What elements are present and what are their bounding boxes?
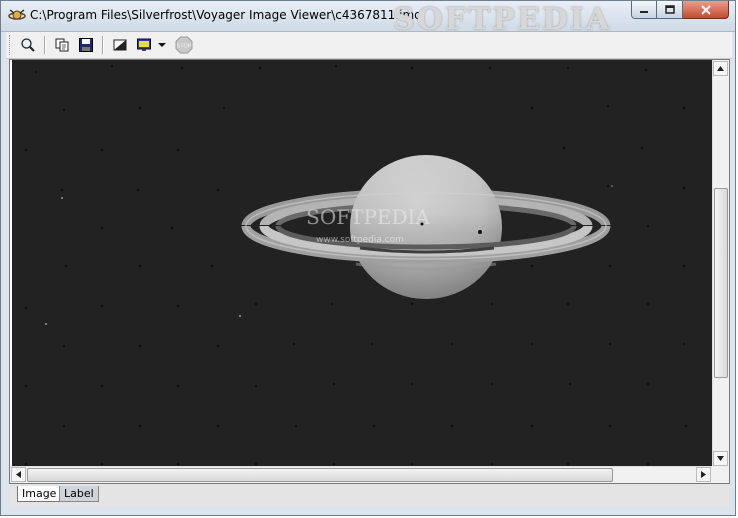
scroll-corner [712, 466, 729, 483]
contrast-icon [113, 39, 127, 51]
toolbar: STOP [6, 32, 732, 59]
copy-icon [55, 38, 69, 52]
vertical-scroll-thumb[interactable] [714, 188, 728, 378]
arrow-up-icon [717, 66, 724, 71]
stop-icon: STOP [175, 36, 193, 54]
arrow-down-icon [717, 456, 724, 461]
display-settings-button[interactable] [134, 35, 154, 55]
arrow-right-icon [701, 471, 706, 478]
display-settings-dropdown[interactable] [155, 35, 169, 55]
dropdown-arrow-icon [158, 43, 166, 47]
scroll-right-button[interactable] [696, 467, 711, 482]
saturn-image: SOFTPEDIA www.softpedia.com [12, 60, 712, 467]
image-watermark: SOFTPEDIA [306, 205, 430, 229]
display-settings-icon [137, 38, 151, 51]
close-icon [700, 4, 711, 15]
toolbar-separator [44, 36, 46, 54]
zoom-icon [21, 38, 35, 52]
toolbar-grip[interactable] [9, 35, 13, 55]
contrast-button[interactable] [110, 35, 130, 55]
save-button[interactable] [76, 35, 96, 55]
view-tabs: Image Label [9, 485, 730, 507]
horizontal-scroll-thumb[interactable] [27, 468, 613, 482]
caption-buttons [631, 1, 729, 20]
tab-image[interactable]: Image [17, 486, 62, 502]
title-bar[interactable]: C:\Program Files\Silverfrost\Voyager Ima… [1, 1, 735, 37]
minimize-button[interactable] [631, 1, 657, 19]
scroll-up-button[interactable] [713, 61, 728, 76]
image-watermark-url: www.softpedia.com [316, 235, 404, 245]
maximize-icon [664, 5, 675, 14]
vertical-scrollbar[interactable] [712, 60, 729, 467]
close-button[interactable] [683, 1, 729, 19]
tab-label[interactable]: Label [59, 486, 99, 502]
arrow-left-icon [16, 471, 21, 478]
voyager-app-icon [8, 9, 26, 20]
scroll-down-button[interactable] [713, 451, 728, 466]
zoom-button[interactable] [18, 35, 38, 55]
window-title: C:\Program Files\Silverfrost\Voyager Ima… [30, 8, 422, 22]
maximize-button[interactable] [657, 1, 683, 19]
stop-button[interactable]: STOP [174, 35, 194, 55]
copy-button[interactable] [52, 35, 72, 55]
save-icon [79, 38, 93, 52]
image-client-area: SOFTPEDIA www.softpedia.com [9, 59, 730, 484]
toolbar-separator [102, 36, 104, 54]
scroll-left-button[interactable] [11, 467, 26, 482]
image-view[interactable]: SOFTPEDIA www.softpedia.com [12, 60, 712, 467]
svg-text:STOP: STOP [177, 44, 192, 50]
horizontal-scrollbar[interactable] [10, 466, 712, 483]
app-window: C:\Program Files\Silverfrost\Voyager Ima… [0, 0, 736, 516]
minimize-icon [640, 10, 648, 13]
